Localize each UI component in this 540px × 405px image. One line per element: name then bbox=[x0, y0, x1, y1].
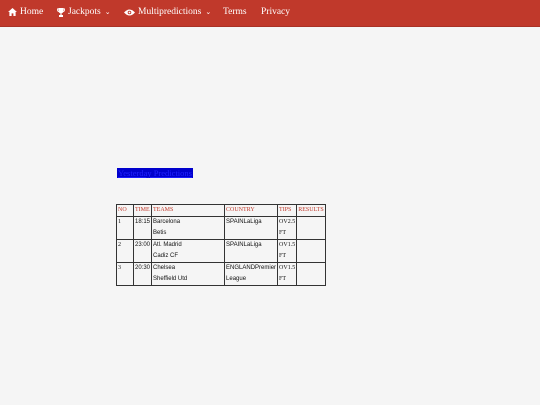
tip-value: OV2.5 bbox=[279, 219, 296, 225]
match-country: SPAINLaLiga bbox=[224, 239, 279, 263]
column-header-tips: TIPS bbox=[277, 204, 298, 217]
nav-terms[interactable]: Terms bbox=[223, 7, 247, 17]
tip-value: OV1.5 bbox=[279, 242, 296, 248]
match-tip: OV1.5 FT bbox=[277, 262, 298, 286]
match-country: SPAINLaLiga bbox=[224, 216, 279, 240]
nav-multipredictions[interactable]: Multipredictions ⌄ bbox=[124, 7, 211, 17]
nav-home-label: Home bbox=[20, 7, 44, 17]
nav-home[interactable]: Home bbox=[8, 7, 43, 17]
home-team: Barcelona bbox=[153, 219, 181, 225]
nav-jackpots-label: Jackpots bbox=[68, 7, 101, 17]
match-result bbox=[296, 262, 326, 286]
tip-value: OV1.5 bbox=[279, 265, 296, 271]
away-team: Cadiz CF bbox=[153, 253, 179, 259]
match-time: 18:15 bbox=[132, 216, 153, 240]
match-result bbox=[296, 216, 326, 240]
tip-period: FT bbox=[279, 230, 287, 236]
match-country: ENGLANDPremier League bbox=[224, 262, 279, 286]
table-row: 3 20:30 Chelsea Sheffield Utd ENGLANDPrem… bbox=[116, 262, 326, 286]
match-teams: Barcelona Betis bbox=[151, 216, 226, 240]
predictions-table: NO TIME TEAMS COUNTRY TIPS RESULTS 1 18:… bbox=[116, 204, 326, 286]
column-header-teams: TEAMS bbox=[151, 204, 226, 217]
column-header-results: RESULTS bbox=[296, 204, 326, 217]
row-number: 1 bbox=[116, 216, 134, 240]
away-team: Betis bbox=[153, 230, 167, 236]
section-title: Yesterday Predictions bbox=[118, 168, 192, 178]
match-tip: OV2.5 FT bbox=[277, 216, 298, 240]
match-tip: OV1.5 FT bbox=[277, 239, 298, 263]
home-team: Chelsea bbox=[153, 265, 176, 271]
column-header-time: TIME bbox=[132, 204, 153, 217]
tip-period: FT bbox=[279, 276, 287, 282]
column-header-no: NO bbox=[116, 204, 134, 217]
match-teams: Chelsea Sheffield Utd bbox=[151, 262, 226, 286]
table-row: 2 23:00 Atl. Madrid Cadiz CF SPAINLaLiga … bbox=[116, 239, 326, 263]
nav-terms-label: Terms bbox=[223, 7, 247, 17]
nav-privacy-label: Privacy bbox=[261, 7, 291, 17]
top-navbar: Home Jackpots ⌄ Multipredictions ⌄ Terms… bbox=[0, 0, 540, 27]
yesterday-predictions-link[interactable]: Yesterday Predictions bbox=[117, 168, 193, 178]
chevron-down-icon: ⌄ bbox=[104, 8, 111, 16]
nav-multipredictions-label: Multipredictions bbox=[138, 7, 202, 17]
away-team: Sheffield Utd bbox=[153, 276, 188, 282]
table-row: 1 18:15 Barcelona Betis SPAINLaLiga OV2.5… bbox=[116, 216, 326, 240]
nav-jackpots[interactable]: Jackpots ⌄ bbox=[57, 7, 111, 17]
table-header-row: NO TIME TEAMS COUNTRY TIPS RESULTS bbox=[116, 204, 326, 217]
row-number: 2 bbox=[116, 239, 134, 263]
row-number: 3 bbox=[116, 262, 134, 286]
eye-icon bbox=[124, 9, 135, 16]
home-team: Atl. Madrid bbox=[153, 242, 182, 248]
match-result bbox=[296, 239, 326, 263]
column-header-country: COUNTRY bbox=[224, 204, 279, 217]
match-time: 20:30 bbox=[132, 262, 153, 286]
home-icon bbox=[8, 8, 17, 16]
nav-privacy[interactable]: Privacy bbox=[261, 7, 290, 17]
match-teams: Atl. Madrid Cadiz CF bbox=[151, 239, 226, 263]
match-time: 23:00 bbox=[132, 239, 153, 263]
tip-period: FT bbox=[279, 253, 287, 259]
trophy-icon bbox=[57, 7, 65, 17]
chevron-down-icon: ⌄ bbox=[205, 8, 212, 16]
